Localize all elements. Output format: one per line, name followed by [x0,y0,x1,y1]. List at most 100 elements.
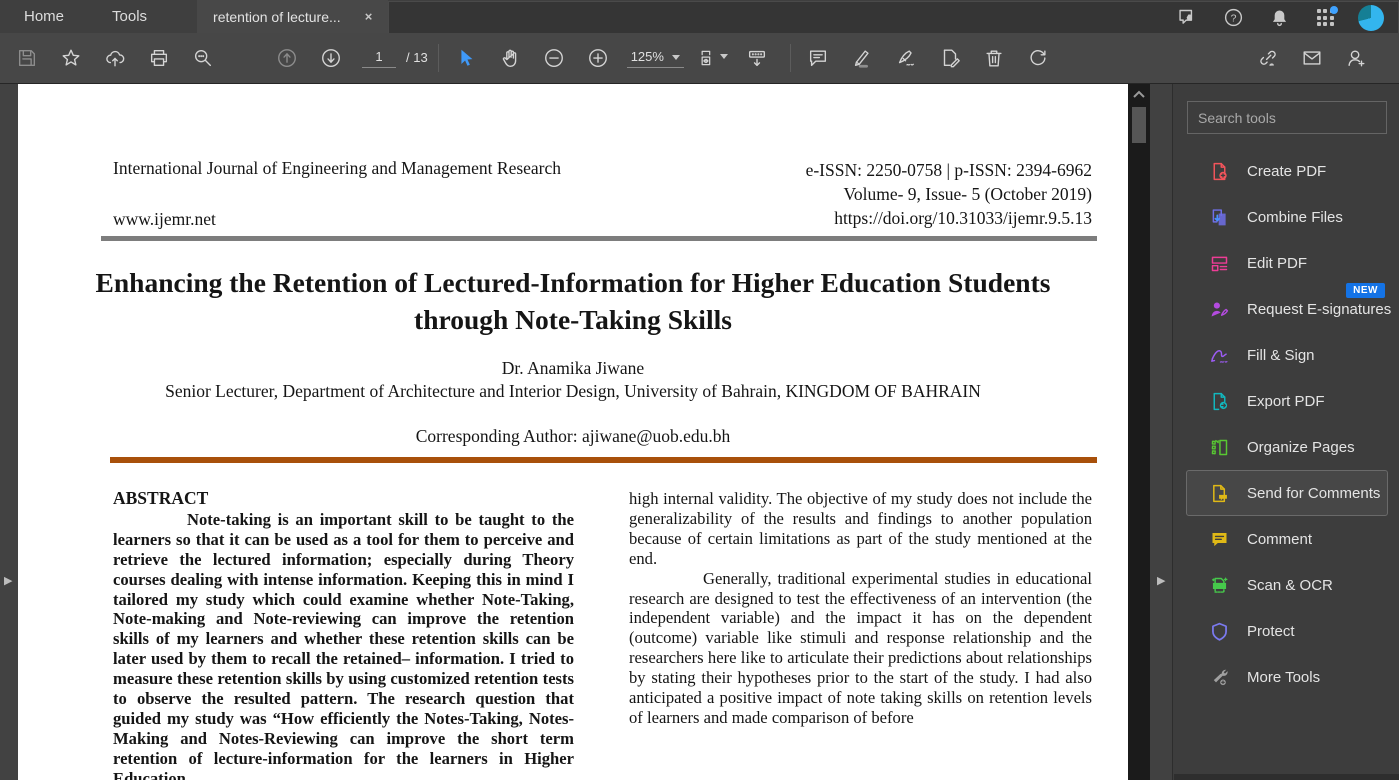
page-navigation: 1 / 13 [362,49,428,68]
select-tool-icon[interactable] [451,42,481,74]
notifications-bell-icon[interactable] [1266,5,1292,31]
sidebar-item-more-tools[interactable]: More Tools [1186,654,1388,700]
sidebar-item-label: Export PDF [1247,392,1325,410]
refresh-icon[interactable] [1023,42,1053,74]
share-cloud-icon[interactable] [100,42,130,74]
organize-pages-icon [1211,439,1228,455]
zoom-out-icon[interactable] [539,42,569,74]
sidebar-item-fill-sign[interactable]: Fill & Sign [1186,332,1388,378]
tab-tools-label: Tools [112,8,148,25]
sidebar-item-label: Fill & Sign [1247,346,1315,364]
expand-nav-pane-icon[interactable]: ▶ [4,574,12,587]
collapse-tools-pane-icon[interactable]: ▶ [1157,574,1165,587]
pdf-header: International Journal of Engineering and… [113,158,1092,230]
orange-divider-rule [110,457,1097,463]
tools-sidebar: Search tools Create PDF Combine Files Ed… [1174,84,1399,780]
app-grid-icon[interactable] [1312,5,1338,31]
sidebar-item-edit-pdf[interactable]: Edit PDF [1186,240,1388,286]
sidebar-item-label: Comment [1247,530,1313,548]
vertical-scrollbar[interactable] [1128,84,1150,780]
sidebar-item-protect[interactable]: Protect [1186,608,1388,654]
close-tab-icon[interactable]: × [365,9,373,24]
search-icon[interactable] [188,42,218,74]
document-tab-label: retention of lecture... [213,8,341,25]
doi-line: https://doi.org/10.31033/ijemr.9.5.13 [834,208,1092,228]
share-link-icon[interactable] [1253,42,1283,74]
delete-trash-icon[interactable] [979,42,1009,74]
sidebar-item-label: Request E-signatures [1247,300,1392,318]
tab-tools[interactable]: Tools [88,0,171,33]
fill-sign-icon [1211,349,1228,363]
save-icon[interactable] [12,42,42,74]
zoom-level-value: 125% [630,48,664,64]
issn-line: e-ISSN: 2250-0758 | p-ISSN: 2394-6962 [805,160,1092,180]
svg-text:?: ? [1230,12,1236,24]
sidebar-item-label: Protect [1247,622,1295,640]
sidebar-item-label: More Tools [1247,668,1321,686]
help-icon[interactable]: ? [1220,5,1246,31]
notification-dot [1330,5,1338,14]
hand-tool-icon[interactable] [495,42,525,74]
comment-bubble-icon[interactable] [803,42,833,74]
user-avatar[interactable] [1358,4,1384,31]
print-icon[interactable] [144,42,174,74]
sidebar-item-request-esignatures[interactable]: Request E-signatures NEW [1186,283,1392,332]
highlighter-icon[interactable] [847,42,877,74]
protect-shield-icon [1212,622,1227,641]
sidebar-item-export-pdf[interactable]: Export PDF [1186,378,1388,424]
pdf-page[interactable]: International Journal of Engineering and… [18,84,1128,780]
sidebar-item-label: Create PDF [1247,162,1327,180]
sign-pen-icon[interactable] [891,42,921,74]
feedback-icon[interactable] [1174,5,1200,31]
add-person-icon[interactable] [1341,42,1371,74]
tab-home[interactable]: Home [0,0,88,33]
journal-website: www.ijemr.net [113,209,216,229]
next-page-icon[interactable] [316,42,346,74]
create-pdf-icon [1213,162,1227,180]
combine-files-icon [1212,208,1226,225]
volume-line: Volume- 9, Issue- 5 (October 2019) [843,184,1092,204]
toolbar-divider [789,44,791,72]
sidebar-item-label: Organize Pages [1247,438,1355,456]
sidebar-item-send-for-comments[interactable]: Send for Comments [1186,470,1388,516]
chevron-down-icon [719,53,728,59]
sidebar-item-scan-ocr[interactable]: Scan & OCR [1186,562,1388,608]
sidebar-item-combine-files[interactable]: Combine Files [1186,194,1388,240]
tools-pane-strip: ▶ [1150,84,1173,780]
sidebar-item-organize-pages[interactable]: Organize Pages [1186,424,1388,470]
sidebar-footer [1174,774,1399,780]
chevron-down-icon [671,54,680,60]
zoom-in-icon[interactable] [583,42,613,74]
tab-strip: ? [388,1,1399,33]
edit-pdf-icon[interactable] [935,42,965,74]
star-favorite-icon[interactable] [56,42,86,74]
search-tools-input[interactable]: Search tools [1187,101,1387,134]
right-column-paragraph-1: high internal validity. The objective of… [629,489,1092,568]
paper-affiliation: Senior Lecturer, Department of Architect… [165,381,981,401]
more-tools-wrench-icon [1213,669,1228,685]
tab-home-label: Home [24,8,65,25]
page-number-input[interactable]: 1 [362,49,396,68]
scroll-up-icon[interactable] [1128,84,1150,104]
journal-name: International Journal of Engineering and… [113,158,562,178]
scrollbar-thumb[interactable] [1132,107,1146,143]
paper-title: Enhancing the Retention of Lectured-Info… [95,267,1051,335]
scan-ocr-icon [1211,576,1228,593]
page-fit-icon[interactable] [698,42,728,74]
zoom-level-dropdown[interactable]: 125% [626,48,684,68]
sidebar-item-label: Combine Files [1247,208,1343,226]
new-badge: NEW [1346,283,1385,298]
export-pdf-icon [1213,392,1228,410]
fit-width-icon[interactable] [742,42,772,74]
sidebar-item-comment[interactable]: Comment [1186,516,1388,562]
previous-page-icon[interactable] [272,42,302,74]
abstract-column: ABSTRACT Note-taking is an important ski… [113,489,574,780]
document-tab[interactable]: retention of lecture... × [197,0,389,33]
page-count-label: / 13 [406,49,428,65]
comment-icon [1212,532,1227,546]
paper-author: Dr. Anamika Jiwane [501,358,645,378]
sidebar-item-create-pdf[interactable]: Create PDF [1186,148,1388,194]
header-divider-rule [101,236,1097,241]
email-icon[interactable] [1297,42,1327,74]
title-bar: Home Tools retention of lecture... × ? [0,0,1399,33]
